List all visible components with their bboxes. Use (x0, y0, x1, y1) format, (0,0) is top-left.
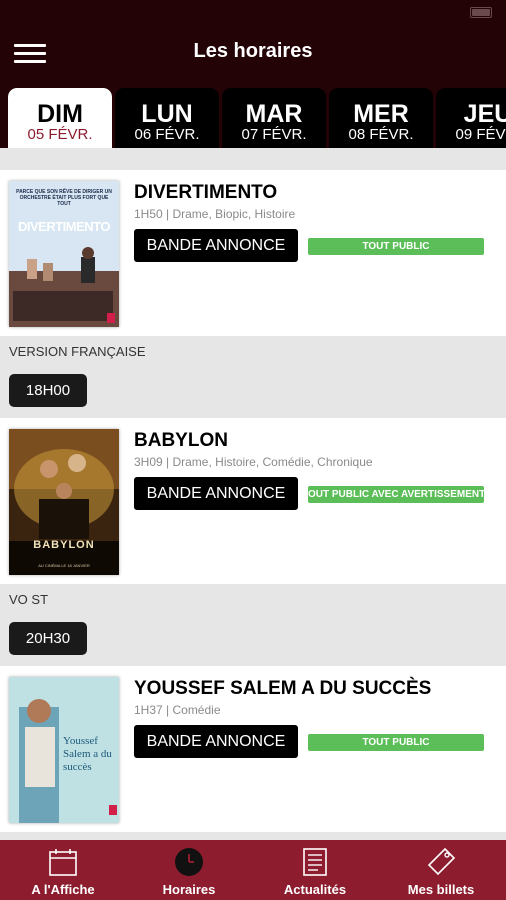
rating-badge: TOUT PUBLIC (308, 734, 484, 751)
film-card[interactable]: BABYLON AU CINÉMA LE 18 JANVIER BABYLON … (0, 418, 506, 584)
nav-item-billets[interactable]: Mes billets (378, 840, 504, 900)
calendar-icon (49, 849, 77, 876)
version-section: VO ST 20H30 (0, 584, 506, 666)
poster-title: BABYLON (33, 539, 95, 551)
nav-item-affiche[interactable]: A l'Affiche (0, 840, 126, 900)
tab-day-label: MAR (245, 100, 303, 128)
film-info: 1H50 | Drame, Biopic, Histoire (134, 207, 296, 221)
film-poster[interactable]: PARCE QUE SON RÊVE DE DIRIGER UN ORCHEST… (9, 181, 119, 327)
poster-title: Youssef Salem a du succès (63, 735, 112, 773)
nav-label: A l'Affiche (31, 882, 95, 897)
day-tabs: DIM 05 FÉVR. LUN 06 FÉVR. MAR 07 FÉVR. M… (0, 88, 506, 148)
film-title[interactable]: YOUSSEF SALEM A DU SUCCÈS (134, 678, 431, 700)
tab-day-1[interactable]: LUN 06 FÉVR. (115, 88, 219, 148)
poster-release: AU CINÉMA LE 18 JANVIER (38, 563, 90, 568)
film-poster[interactable]: BABYLON AU CINÉMA LE 18 JANVIER (9, 429, 119, 575)
poster-title: DIVERTIMENTO (18, 219, 111, 234)
news-icon (303, 848, 327, 876)
page-title: Les horaires (193, 40, 313, 62)
nav-item-horaires[interactable]: Horaires (126, 840, 252, 900)
tab-date-label: 08 FÉVR. (348, 126, 414, 143)
showtime-button[interactable]: 20H30 (9, 622, 87, 655)
tab-day-4[interactable]: JEU 09 FÉVR. (436, 88, 506, 148)
trailer-button[interactable]: BANDE ANNONCE (134, 477, 298, 510)
tab-day-label: DIM (37, 100, 83, 128)
bottom-nav: A l'Affiche Horaires Actualités Mes bill… (0, 840, 506, 900)
ticket-icon (427, 847, 456, 876)
app-header: Les horaires DIM 05 FÉVR. LUN 06 FÉVR. M… (0, 0, 506, 148)
film-info: 3H09 | Drame, Histoire, Comédie, Chroniq… (134, 455, 373, 469)
film-title[interactable]: BABYLON (134, 430, 228, 452)
version-label: VERSION FRANÇAISE (9, 344, 146, 359)
film-poster[interactable]: Youssef Salem a du succès (9, 677, 119, 823)
tab-date-label: 09 FÉVR. (455, 126, 506, 143)
tab-date-label: 05 FÉVR. (27, 126, 93, 143)
nav-label: Actualités (283, 882, 347, 897)
tab-date-label: 07 FÉVR. (241, 126, 307, 143)
film-title[interactable]: DIVERTIMENTO (134, 182, 277, 204)
film-card[interactable]: PARCE QUE SON RÊVE DE DIRIGER UN ORCHEST… (0, 170, 506, 336)
rating-badge: TOUT PUBLIC (308, 238, 484, 255)
trailer-button[interactable]: BANDE ANNONCE (134, 229, 298, 262)
showtime-button[interactable]: 18H00 (9, 374, 87, 407)
tab-date-label: 06 FÉVR. (134, 126, 200, 143)
poster-tagline: PARCE QUE SON RÊVE DE DIRIGER UN ORCHEST… (16, 189, 112, 207)
film-card[interactable]: Youssef Salem a du succès YOUSSEF SALEM … (0, 666, 506, 832)
battery-icon (470, 7, 492, 18)
tab-day-0[interactable]: DIM 05 FÉVR. (8, 88, 112, 148)
status-bar (0, 0, 506, 24)
tab-day-label: JEU (463, 100, 506, 128)
version-label: VO ST (9, 592, 49, 607)
version-section: VERSION FRANÇAISE 18H00 (0, 336, 506, 418)
tab-day-2[interactable]: MAR 07 FÉVR. (222, 88, 326, 148)
nav-label: Mes billets (407, 882, 475, 897)
nav-item-actualites[interactable]: Actualités (252, 840, 378, 900)
trailer-button[interactable]: BANDE ANNONCE (134, 725, 298, 758)
rating-badge: OUT PUBLIC AVEC AVERTISSEMENT (308, 486, 484, 503)
film-info: 1H37 | Comédie (134, 703, 221, 717)
tab-day-label: MER (353, 100, 409, 128)
clock-icon (175, 848, 203, 876)
tab-day-label: LUN (141, 100, 193, 128)
tab-day-3[interactable]: MER 08 FÉVR. (329, 88, 433, 148)
nav-label: Horaires (162, 882, 216, 897)
